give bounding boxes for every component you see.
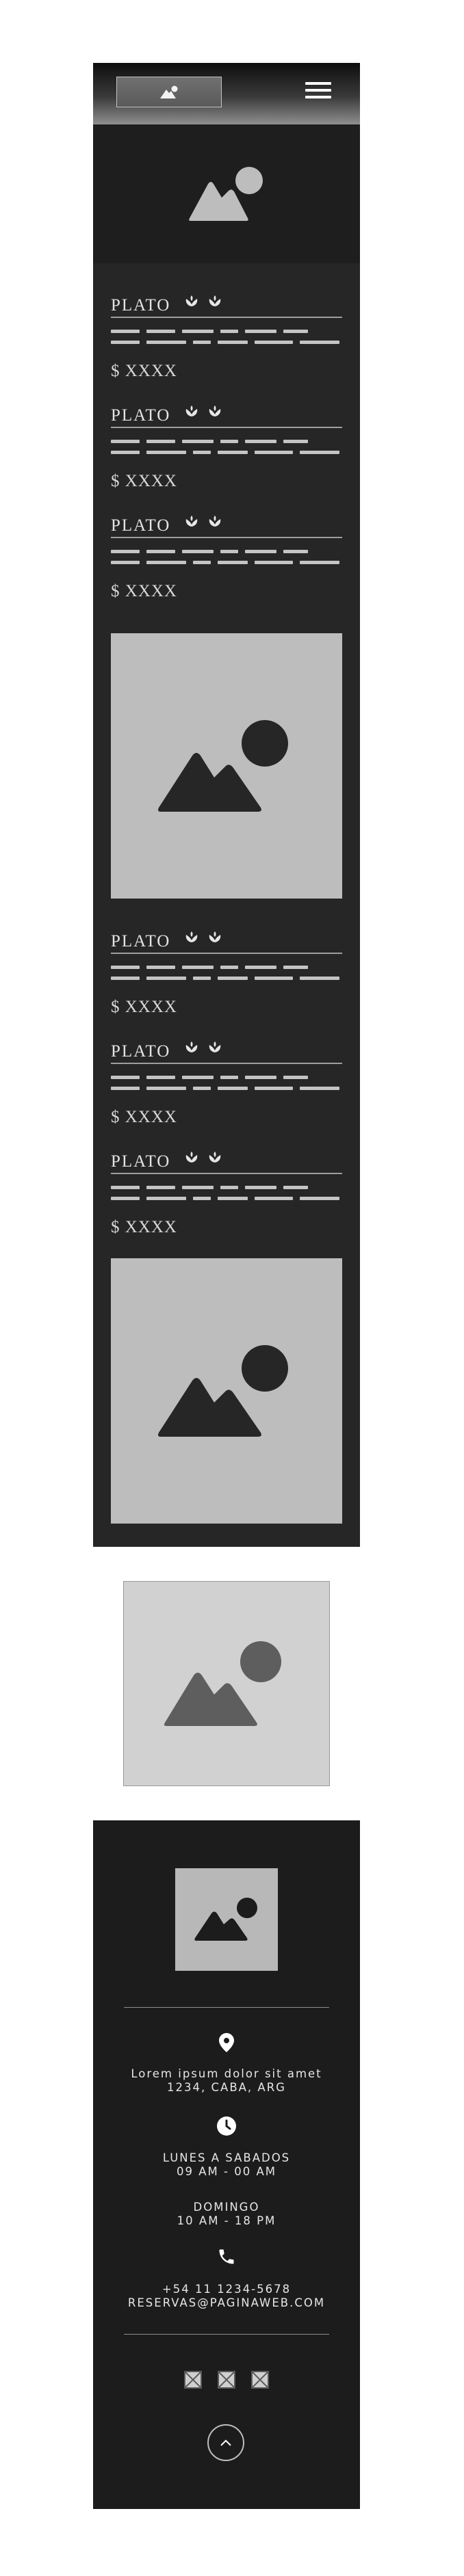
dish-item: PLATO $ XXXX xyxy=(111,402,342,490)
leaf-icon xyxy=(185,931,198,942)
hours-sunday-time: 10 AM - 18 PM xyxy=(177,2214,276,2227)
leaf-icon xyxy=(209,931,221,942)
dish-price: $ XXXX xyxy=(111,472,177,490)
dish-tags xyxy=(185,405,222,417)
leaf-icon xyxy=(209,1152,221,1163)
dish-item: PLATO $ XXXX xyxy=(111,1038,342,1126)
dish-tags xyxy=(185,1151,222,1163)
dish-item: PLATO $ XXXX xyxy=(111,1148,342,1236)
dish-item: PLATO $ XXXX xyxy=(111,928,342,1016)
image-placeholder-icon xyxy=(158,1345,288,1437)
address-line-2: 1234, CABA, ARG xyxy=(167,2081,286,2094)
dish-title-row: PLATO xyxy=(111,1038,342,1064)
site-header xyxy=(93,63,360,124)
image-placeholder-icon xyxy=(189,166,263,221)
phone-number[interactable]: +54 11 1234-5678 xyxy=(93,2283,360,2296)
dish-price: $ XXXX xyxy=(111,362,177,380)
image-placeholder-icon xyxy=(160,85,178,98)
dish-photo xyxy=(111,1258,342,1524)
hero-image xyxy=(93,124,360,263)
social-placeholder-icon[interactable] xyxy=(218,2371,235,2389)
dish-title-row: PLATO xyxy=(111,402,342,428)
dish-title-row: PLATO xyxy=(111,512,342,538)
dish-name: PLATO xyxy=(111,296,171,315)
dish-name: PLATO xyxy=(111,406,171,425)
leaf-icon xyxy=(185,1152,198,1163)
dish-description-placeholder xyxy=(111,440,342,462)
dish-price: $ XXXX xyxy=(111,1108,177,1126)
mobile-menu-page: PLATO $ XXXX PLATO $ XXXX PLATO $ XXXX P… xyxy=(93,63,360,1547)
footer-divider xyxy=(124,2334,329,2335)
dish-description-placeholder xyxy=(111,1076,342,1098)
hours-weekdays-time: 09 AM - 00 AM xyxy=(177,2165,276,2178)
dish-tags xyxy=(185,1041,222,1053)
dish-name: PLATO xyxy=(111,1042,171,1061)
dish-item: PLATO $ XXXX xyxy=(111,512,342,600)
leaf-icon xyxy=(185,295,198,306)
leaf-icon xyxy=(209,295,221,306)
leaf-icon xyxy=(185,516,198,527)
dish-price: $ XXXX xyxy=(111,582,177,600)
leaf-icon xyxy=(185,1041,198,1052)
dish-name: PLATO xyxy=(111,932,171,951)
clock-icon xyxy=(216,2116,237,2136)
hamburger-menu-icon[interactable] xyxy=(305,82,331,103)
dish-item: PLATO $ XXXX xyxy=(111,292,342,380)
dish-name: PLATO xyxy=(111,516,171,535)
site-footer: Lorem ipsum dolor sit amet 1234, CABA, A… xyxy=(93,1820,360,2509)
gallery-image xyxy=(123,1581,330,1786)
dish-description-placeholder xyxy=(111,966,342,987)
header-logo[interactable] xyxy=(116,77,222,107)
image-placeholder-icon xyxy=(194,1898,257,1941)
dish-title-row: PLATO xyxy=(111,1148,342,1174)
dish-description-placeholder xyxy=(111,330,342,351)
hours-weekdays-label: LUNES A SABADOS xyxy=(162,2151,291,2164)
social-placeholder-icon[interactable] xyxy=(251,2371,269,2389)
chevron-up-icon xyxy=(220,2439,231,2446)
dish-description-placeholder xyxy=(111,1186,342,1208)
dish-price: $ XXXX xyxy=(111,998,177,1016)
dish-name: PLATO xyxy=(111,1152,171,1171)
dish-tags xyxy=(185,295,222,307)
image-placeholder-icon xyxy=(164,1641,281,1726)
dish-price: $ XXXX xyxy=(111,1218,177,1236)
dish-tags xyxy=(185,931,222,943)
hours-sunday-label: DOMINGO xyxy=(193,2201,260,2214)
dish-photo xyxy=(111,633,342,899)
email-address[interactable]: RESERVAS@PAGINAWEB.COM xyxy=(93,2296,360,2310)
footer-divider xyxy=(124,2007,329,2008)
location-pin-icon xyxy=(216,2032,237,2053)
footer-logo xyxy=(175,1868,278,1971)
dish-title-row: PLATO xyxy=(111,928,342,954)
leaf-icon xyxy=(185,406,198,416)
leaf-icon xyxy=(209,516,221,527)
social-placeholder-icon[interactable] xyxy=(184,2371,202,2389)
address-line-1: Lorem ipsum dolor sit amet xyxy=(131,2067,322,2080)
dish-description-placeholder xyxy=(111,550,342,572)
dish-title-row: PLATO xyxy=(111,292,342,318)
image-placeholder-icon xyxy=(158,720,288,812)
leaf-icon xyxy=(209,1041,221,1052)
dish-tags xyxy=(185,515,222,527)
phone-icon xyxy=(216,2246,237,2267)
back-to-top-button[interactable] xyxy=(207,2424,244,2461)
leaf-icon xyxy=(209,406,221,416)
